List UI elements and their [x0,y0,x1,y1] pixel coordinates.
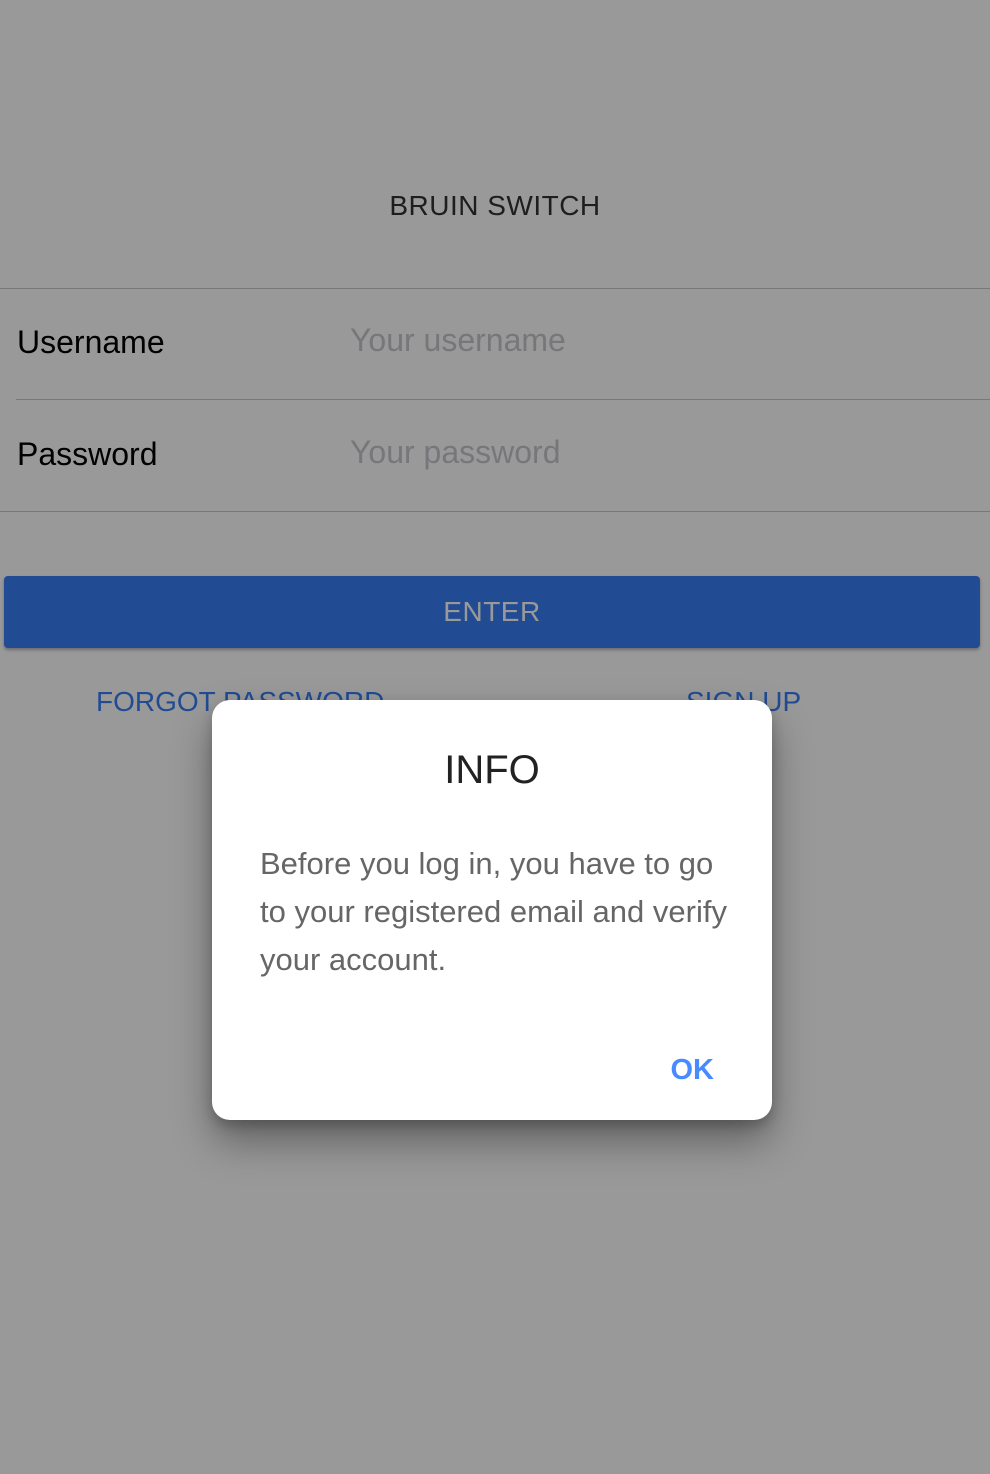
alert-message: Before you log in, you have to go to you… [260,846,727,977]
info-alert-dialog: INFO Before you log in, you have to go t… [212,700,772,1120]
alert-ok-button[interactable]: OK [671,1054,715,1087]
alert-title: INFO [444,748,540,792]
